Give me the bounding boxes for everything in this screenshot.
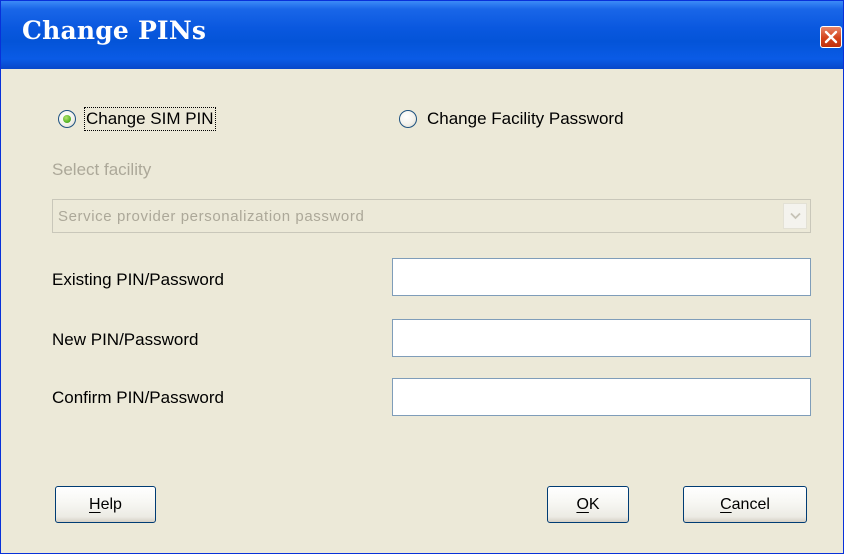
cancel-button-label: ancel [731,496,770,513]
facility-select[interactable]: Service provider personalization passwor… [52,199,811,233]
radio-checked-icon [58,110,76,128]
help-button-label: elp [100,496,122,513]
facility-select-value: Service provider personalization passwor… [58,208,365,225]
new-pin-label: New PIN/Password [52,330,199,349]
help-button[interactable]: Help [55,486,156,523]
dialog-body: Change SIM PIN Change Facility Password … [1,69,843,553]
help-button-mnemonic: H [89,496,101,513]
confirm-pin-input[interactable] [392,378,811,416]
change-pins-dialog: Change PINs Change SIM PIN Change Facili… [0,0,844,554]
radio-unchecked-icon [399,110,417,128]
title-bar[interactable]: Change PINs [1,1,843,69]
change-sim-pin-label: Change SIM PIN [84,107,216,131]
confirm-pin-label: Confirm PIN/Password [52,388,224,407]
cancel-button-mnemonic: C [720,496,732,513]
new-pin-input[interactable] [392,319,811,357]
close-x-icon [824,30,838,44]
select-facility-label: Select facility [52,160,152,179]
chevron-down-icon [790,212,801,220]
ok-button-mnemonic: O [576,496,589,513]
existing-pin-input[interactable] [392,258,811,296]
change-facility-password-radio[interactable]: Change Facility Password [399,109,624,129]
dialog-title: Change PINs [22,16,207,45]
cancel-button[interactable]: Cancel [683,486,807,523]
change-sim-pin-radio[interactable]: Change SIM PIN [58,107,216,131]
ok-button[interactable]: OK [547,486,629,523]
change-facility-password-label: Change Facility Password [427,109,624,128]
facility-select-arrow-button[interactable] [783,203,807,229]
existing-pin-label: Existing PIN/Password [52,270,224,289]
ok-button-label: K [588,496,600,513]
close-button[interactable] [820,26,842,48]
